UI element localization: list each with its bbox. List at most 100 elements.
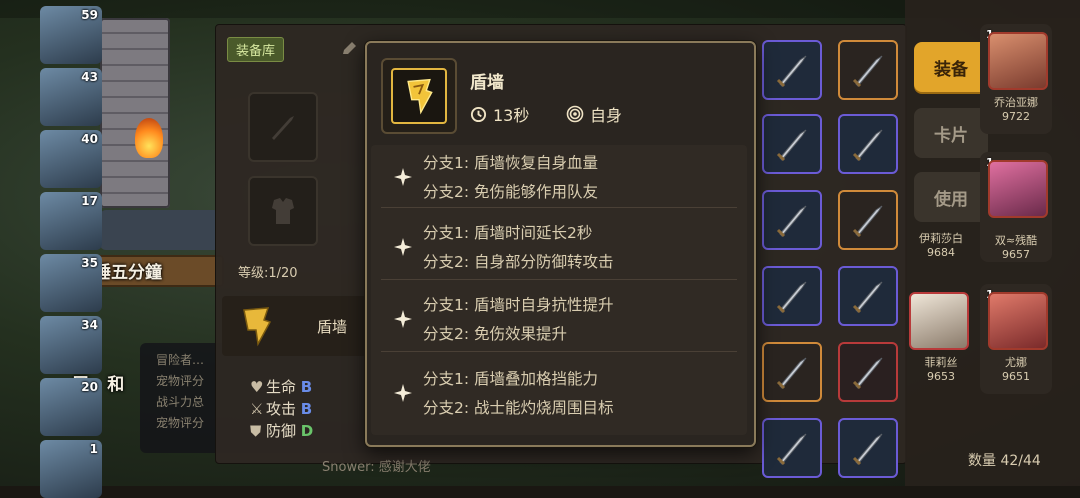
avatar-level: 35 [81, 256, 98, 270]
inventory-count: 数量 42/44 [968, 453, 1041, 469]
avatar-level: 34 [81, 318, 98, 332]
party-avatar[interactable]: 59 [40, 6, 102, 64]
card-tab-button[interactable]: 卡片 [914, 108, 988, 158]
skill-name: 盾墙 [317, 318, 348, 336]
shield-wall-skill-icon [407, 78, 433, 115]
inventory-item[interactable] [838, 418, 898, 478]
inventory-item[interactable] [762, 40, 822, 100]
stat-label: 攻击 [266, 400, 297, 418]
stat-defense: ⛊ 防御 D [250, 420, 313, 442]
tooltip-skill-icon-frame [381, 58, 457, 134]
sword-icon [852, 129, 883, 162]
sparkle-icon [394, 384, 412, 402]
hero-name: 尤娜 [1005, 356, 1027, 369]
inventory-item[interactable] [762, 190, 822, 250]
branch-line-1: 分支1: 盾墙叠加格挡能力 [423, 370, 599, 388]
party-avatar[interactable]: 35 [40, 254, 102, 312]
chat-ticker: Snower: 感谢大佬 [322, 460, 431, 475]
party-avatar[interactable]: 40 [40, 130, 102, 188]
sword-icon [776, 281, 807, 314]
branch-divider [381, 351, 737, 352]
heart-icon: ♥ [250, 378, 264, 396]
forge-fire [135, 118, 163, 158]
inventory-item[interactable] [838, 190, 898, 250]
hero-portrait [988, 32, 1048, 90]
stat-label: 生命 [266, 378, 297, 396]
branch-list: 分支1: 盾墙恢复自身血量 分支2: 免伤能够作用队友 分支1: 盾墙时间延长2… [371, 145, 747, 435]
branch-option: 分支1: 盾墙时间延长2秒 分支2: 自身部分防御转攻击 [371, 215, 747, 285]
hero-power: 9722 [1002, 110, 1030, 123]
equipment-library-tab[interactable]: 装备库 [227, 37, 285, 62]
party-avatar[interactable]: 20 [40, 378, 102, 436]
inventory-item[interactable] [838, 40, 898, 100]
hero-name: 伊莉莎白 [919, 232, 963, 245]
party-avatar[interactable]: 17 [40, 192, 102, 250]
edit-pencil-icon[interactable] [340, 40, 358, 58]
hero-power: 9651 [1002, 370, 1030, 383]
sword-icon [852, 433, 883, 466]
party-avatar[interactable]: 1 [40, 440, 102, 498]
target-icon [566, 105, 584, 123]
anvil-table [100, 210, 220, 250]
branch-line-2: 分支2: 战士能灼烧周围目标 [423, 399, 614, 417]
hero-power: 9653 [927, 370, 955, 383]
party-avatar[interactable]: 34 [40, 316, 102, 374]
skill-row[interactable]: 盾墙 [222, 296, 372, 356]
tooltip-skill-icon-inner [391, 68, 447, 124]
inventory-item[interactable] [838, 266, 898, 326]
sword-icon [776, 205, 807, 238]
target-value: 自身 [590, 106, 623, 125]
avatar-column: 59 43 40 17 35 34 20 1 [40, 0, 106, 498]
stat-list: ♥ 生命 B ⚔ 攻击 B ⛊ 防御 D [250, 376, 313, 442]
stat-attack: ⚔ 攻击 B [250, 398, 313, 420]
branch-option: 分支1: 盾墙叠加格挡能力 分支2: 战士能灼烧周围目标 [371, 361, 747, 431]
equip-tab-button[interactable]: 装备 [914, 42, 988, 92]
tooltip-title: 盾墙 [470, 73, 504, 93]
cooldown-value: 13秒 [493, 106, 530, 125]
hero-power: 9657 [1002, 248, 1030, 261]
sparkle-icon [394, 238, 412, 256]
inventory-item[interactable] [762, 266, 822, 326]
hero-card[interactable]: 1 尤娜 9651 [980, 284, 1052, 394]
stat-grade: B [300, 378, 313, 396]
equipment-level: 等级:1/20 [238, 266, 298, 281]
tooltip-target: 自身 [566, 102, 622, 126]
sword-icon: ⚔ [250, 400, 264, 418]
branch-divider [381, 207, 737, 208]
sword-icon [776, 129, 807, 162]
stone-tower [100, 18, 170, 208]
branch-line-2: 分支2: 免伤效果提升 [423, 325, 568, 343]
hero-card[interactable]: 1 双≈残酷 9657 [980, 152, 1052, 262]
sword-icon [272, 116, 294, 140]
branch-line-1: 分支1: 盾墙时间延长2秒 [423, 224, 593, 242]
hero-name: 乔治亚娜 [994, 96, 1038, 109]
sword-icon [852, 357, 883, 390]
hero-name: 菲莉丝 [924, 356, 958, 369]
clock-icon [470, 106, 487, 122]
stat-label: 防御 [266, 422, 297, 440]
sword-icon [776, 433, 807, 466]
avatar-level: 20 [81, 380, 98, 394]
branch-option: 分支1: 盾墙恢复自身血量 分支2: 免伤能够作用队友 [371, 145, 747, 215]
weapon-slot[interactable] [248, 92, 318, 162]
inventory-item[interactable] [762, 418, 822, 478]
party-avatar[interactable]: 43 [40, 68, 102, 126]
hero-card[interactable]: 1 乔治亚娜 9722 [980, 24, 1052, 134]
tooltip-cooldown: 13秒 [470, 102, 529, 126]
stat-grade: D [300, 422, 314, 440]
armor-slot[interactable] [248, 176, 318, 246]
inventory-item[interactable] [838, 342, 898, 402]
sword-icon [776, 357, 807, 390]
hero-card[interactable]: 伊莉莎白 9684 [905, 152, 977, 262]
shield-wall-skill-icon [243, 307, 272, 347]
avatar-level: 43 [81, 70, 98, 84]
branch-line-2: 分支2: 免伤能够作用队友 [423, 183, 599, 201]
hero-card[interactable]: 菲莉丝 9653 [905, 284, 977, 394]
hero-portrait [988, 160, 1048, 218]
avatar-level: 59 [81, 8, 98, 22]
inventory-item[interactable] [838, 114, 898, 174]
avatar-level: 40 [81, 132, 98, 146]
inventory-item[interactable] [762, 114, 822, 174]
inventory-item[interactable] [762, 342, 822, 402]
sword-icon [852, 205, 883, 238]
